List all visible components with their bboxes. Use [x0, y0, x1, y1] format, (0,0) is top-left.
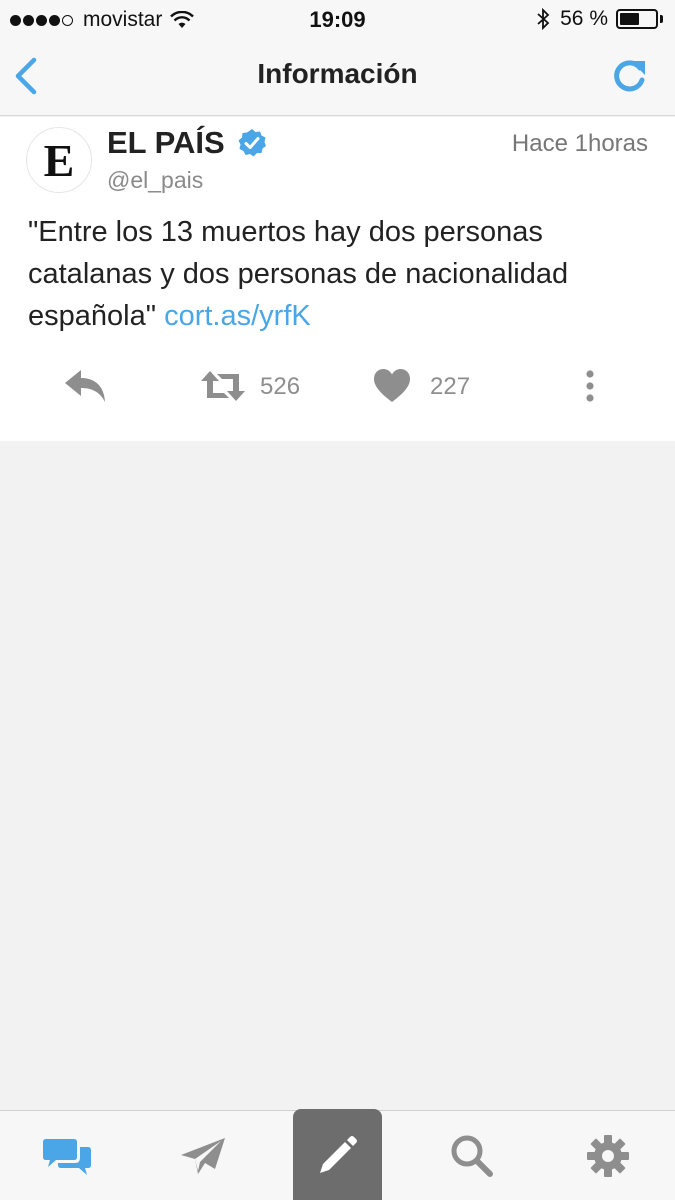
tab-compose[interactable] [293, 1109, 382, 1200]
tweet-actions: 526 227 [0, 357, 675, 417]
status-right: 56 % [536, 7, 663, 31]
retweet-icon [201, 371, 245, 401]
gear-icon [587, 1135, 629, 1177]
nav-bar: Información [0, 38, 675, 116]
heart-icon [374, 369, 410, 402]
more-vertical-icon [586, 370, 594, 402]
refresh-icon [614, 60, 645, 92]
battery-percentage: 56 % [560, 7, 608, 30]
verified-badge-icon [238, 129, 266, 157]
retweet-count: 526 [260, 373, 301, 400]
status-bar: movistar 19:09 56 % [0, 0, 675, 38]
chat-bubbles-icon [43, 1139, 91, 1175]
bluetooth-icon [537, 8, 550, 30]
tweet-text: "Entre los 13 muertos hay dos personas c… [28, 211, 658, 337]
tab-bar [0, 1109, 675, 1200]
battery-level [620, 13, 640, 25]
reply-icon [65, 370, 105, 402]
search-icon [451, 1135, 493, 1177]
battery-tip [660, 15, 663, 23]
retweet-button[interactable] [200, 367, 246, 405]
page-title: Información [257, 58, 418, 89]
more-options-button[interactable] [578, 367, 602, 405]
paper-plane-icon [181, 1138, 225, 1174]
author-name[interactable]: EL PAÍS [107, 125, 225, 161]
tab-settings[interactable] [563, 1111, 653, 1200]
reply-button[interactable] [62, 367, 108, 405]
tweet-link[interactable]: cort.as/yrfK [164, 300, 311, 332]
like-count: 227 [430, 373, 471, 400]
author-handle[interactable]: @el_pais [107, 167, 203, 194]
tweet-timestamp: Hace 1horas [511, 130, 648, 157]
pencil-icon [319, 1136, 357, 1173]
tab-messages[interactable] [158, 1111, 248, 1200]
avatar[interactable]: E [26, 127, 92, 193]
tab-search[interactable] [427, 1111, 517, 1200]
refresh-button[interactable] [609, 56, 649, 96]
battery-icon [616, 9, 658, 29]
like-button[interactable] [372, 367, 412, 405]
tab-timeline[interactable] [22, 1111, 112, 1200]
tweet-card: E EL PAÍS @el_pais Hace 1horas "Entre lo… [0, 117, 675, 441]
